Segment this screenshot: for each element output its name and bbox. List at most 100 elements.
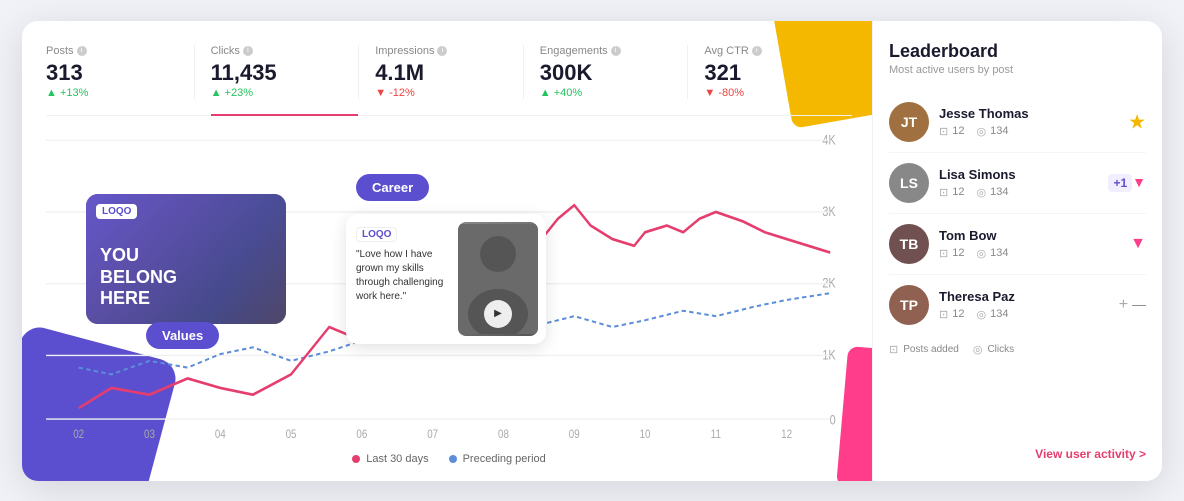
stat-change: ▼ -12%: [375, 87, 507, 99]
leaderboard-title: Leaderboard: [889, 41, 1146, 62]
stat-item-avg-ctr: Avg CTR i 321 ▼ -80%: [688, 45, 852, 99]
leaderboard-legend: ⊡ Posts added ◎ Clicks: [889, 343, 1146, 356]
clicks-icon: ◎: [976, 186, 986, 199]
legend-preceding: Preceding period: [449, 453, 546, 465]
info-icon: i: [437, 46, 447, 56]
leader-avatar-inner: LS: [889, 163, 929, 203]
leader-avatar: TB: [889, 224, 929, 264]
leader-item[interactable]: JT Jesse Thomas ⊡ 12 ◎ 134 ★: [889, 92, 1146, 153]
career-label-card[interactable]: Career: [356, 174, 429, 201]
stat-item-impressions: Impressions i 4.1M ▼ -12%: [359, 45, 524, 99]
lb-legend-posts-label: Posts added: [903, 344, 959, 355]
stat-value: 321: [704, 61, 836, 85]
chart-legend: Last 30 days Preceding period: [46, 453, 852, 465]
career-post-card: LOQO "Love how I have grown my skills th…: [346, 214, 546, 344]
career-quote-text: "Love how I have grown my skills through…: [356, 248, 446, 304]
posts-icon: ⊡: [939, 186, 948, 199]
clicks-icon: ◎: [973, 343, 983, 356]
leader-stat-clicks: ◎ 134: [976, 308, 1008, 321]
clicks-icon: ◎: [976, 247, 986, 260]
badge-plus-grey: +: [1119, 296, 1128, 313]
leader-badge: +1▼: [1108, 174, 1146, 192]
stat-label: Clicks i: [211, 45, 343, 57]
leader-stat-posts: ⊡ 12: [939, 247, 964, 260]
info-icon: i: [752, 46, 762, 56]
values-card-text: YOU BELONG HERE: [100, 245, 177, 310]
posts-icon: ⊡: [939, 308, 948, 321]
leaderboard-list: JT Jesse Thomas ⊡ 12 ◎ 134 ★ LS: [889, 92, 1146, 335]
leader-item[interactable]: TP Theresa Paz ⊡ 12 ◎ 134 + —: [889, 275, 1146, 335]
svg-text:11: 11: [711, 428, 721, 441]
stat-value: 313: [46, 61, 178, 85]
values-label-card[interactable]: Values: [146, 322, 219, 349]
svg-text:05: 05: [286, 428, 297, 441]
leader-stat-posts: ⊡ 12: [939, 186, 964, 199]
stat-item-clicks: Clicks i 11,435 ▲ +23%: [195, 45, 360, 99]
svg-text:03: 03: [144, 428, 155, 441]
posts-icon: ⊡: [939, 247, 948, 260]
leader-info: Tom Bow ⊡ 12 ◎ 134: [939, 228, 1146, 260]
values-post-card: LOQO YOU BELONG HERE: [86, 194, 286, 324]
leader-name: Theresa Paz: [939, 289, 1146, 304]
svg-text:04: 04: [215, 428, 226, 441]
badge-plus1: +1: [1108, 174, 1132, 192]
stat-value: 11,435: [211, 61, 343, 85]
leader-badge: + —: [1119, 296, 1146, 314]
legend-last30: Last 30 days: [352, 453, 428, 465]
stat-item-posts: Posts i 313 ▲ +13%: [46, 45, 195, 99]
leaderboard-subtitle: Most active users by post: [889, 64, 1146, 76]
lb-legend-posts: ⊡ Posts added: [889, 343, 959, 356]
career-photo: ▶: [458, 222, 538, 336]
legend-label-last30: Last 30 days: [366, 453, 428, 465]
lb-legend-clicks-label: Clicks: [987, 344, 1014, 355]
leader-stats: ⊡ 12 ◎ 134: [939, 308, 1146, 321]
leader-stats: ⊡ 12 ◎ 134: [939, 125, 1146, 138]
posts-icon: ⊡: [939, 125, 948, 138]
svg-text:02: 02: [73, 428, 84, 441]
badge-minus-grey: —: [1128, 296, 1146, 312]
posts-icon: ⊡: [889, 343, 898, 356]
badge-arrow-down: ▼: [1130, 235, 1146, 252]
stat-value: 4.1M: [375, 61, 507, 85]
clicks-icon: ◎: [976, 125, 986, 138]
info-icon: i: [77, 46, 87, 56]
play-button[interactable]: ▶: [484, 300, 512, 328]
leader-avatar: LS: [889, 163, 929, 203]
stat-label: Posts i: [46, 45, 178, 57]
svg-text:0: 0: [830, 412, 836, 427]
stats-row: Posts i 313 ▲ +13% Clicks i 11,435 ▲ +23…: [46, 45, 852, 116]
stat-change: ▲ +13%: [46, 87, 178, 99]
leader-stat-posts: ⊡ 12: [939, 308, 964, 321]
leader-info: Theresa Paz ⊡ 12 ◎ 134: [939, 289, 1146, 321]
leader-stat-posts: ⊡ 12: [939, 125, 964, 138]
stat-change: ▲ +40%: [540, 87, 672, 99]
leader-info: Jesse Thomas ⊡ 12 ◎ 134: [939, 106, 1146, 138]
leader-stat-clicks: ◎ 134: [976, 186, 1008, 199]
leader-avatar-inner: TB: [889, 224, 929, 264]
legend-dot-blue: [449, 455, 457, 463]
leader-stat-clicks: ◎ 134: [976, 247, 1008, 260]
stat-value: 300K: [540, 61, 672, 85]
info-icon: i: [611, 46, 621, 56]
values-card-logo: LOQO: [96, 204, 137, 219]
svg-text:06: 06: [356, 428, 367, 441]
view-activity-link[interactable]: View user activity >: [889, 439, 1146, 461]
leader-stat-clicks: ◎ 134: [976, 125, 1008, 138]
leaderboard-panel: Leaderboard Most active users by post JT…: [872, 21, 1162, 481]
chart-area: LOQO YOU BELONG HERE Values LOQO "Love h…: [46, 124, 852, 449]
app-container: Posts i 313 ▲ +13% Clicks i 11,435 ▲ +23…: [22, 21, 1162, 481]
stat-label: Impressions i: [375, 45, 507, 57]
legend-dot-pink: [352, 455, 360, 463]
leader-item[interactable]: LS Lisa Simons ⊡ 12 ◎ 134 +1▼: [889, 153, 1146, 214]
leader-stats: ⊡ 12 ◎ 134: [939, 247, 1146, 260]
svg-text:12: 12: [781, 428, 792, 441]
stat-change: ▲ +23%: [211, 87, 343, 99]
leader-name: Jesse Thomas: [939, 106, 1146, 121]
stat-label: Engagements i: [540, 45, 672, 57]
stat-underline: [211, 114, 359, 116]
lb-legend-clicks: ◎ Clicks: [973, 343, 1014, 356]
leader-avatar-inner: TP: [889, 285, 929, 325]
leader-item[interactable]: TB Tom Bow ⊡ 12 ◎ 134 ▼: [889, 214, 1146, 275]
leader-badge: ▼: [1130, 235, 1146, 253]
leader-badge: ★: [1128, 109, 1146, 134]
